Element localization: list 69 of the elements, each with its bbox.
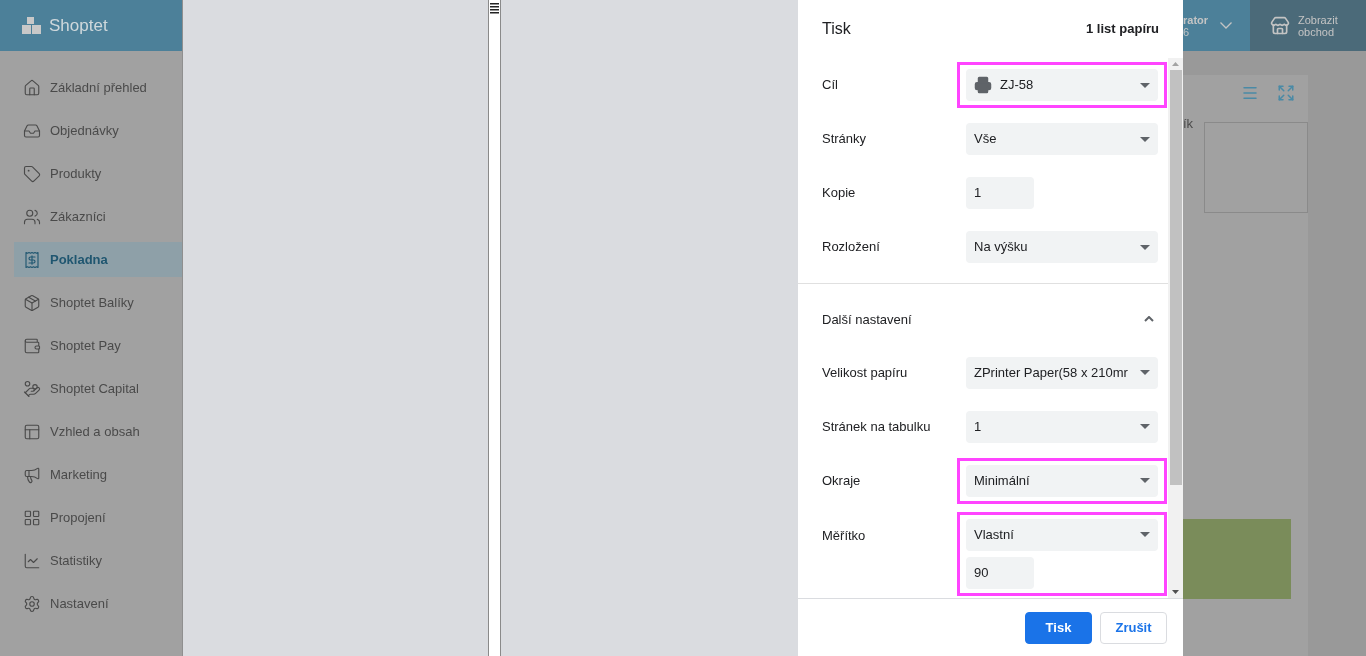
store-icon xyxy=(1270,15,1290,36)
receipt-lines-drawing xyxy=(489,3,499,14)
print-button[interactable]: Tisk xyxy=(1025,611,1092,644)
setting-label: Stránek na tabulku xyxy=(822,417,932,436)
expand-icon[interactable] xyxy=(1277,84,1295,102)
sidebar-item[interactable]: Statistiky xyxy=(14,543,182,578)
caret-icon xyxy=(1140,424,1150,430)
number-field[interactable]: 1 xyxy=(966,177,1034,209)
grid-icon xyxy=(23,508,41,527)
sidebar-item[interactable]: Zákazníci xyxy=(14,199,182,234)
settings-icon xyxy=(23,594,41,613)
setting-label: Stránky xyxy=(822,130,868,149)
sidebar-item[interactable]: Pokladna xyxy=(14,242,182,277)
select-field[interactable]: Vlastní xyxy=(966,518,1158,551)
sidebar-item[interactable]: Vzhled a obsah xyxy=(14,414,182,449)
select-field[interactable]: ZPrinter Paper(58 x 210mr xyxy=(966,356,1158,389)
cancel-button[interactable]: Zrušit xyxy=(1100,611,1167,644)
setting-label: Kopie xyxy=(822,184,857,203)
sidebar-item[interactable]: Marketing xyxy=(14,457,182,492)
user-menu[interactable]: rator 6 xyxy=(1183,0,1250,51)
caret-icon xyxy=(1140,370,1150,376)
chart-icon xyxy=(23,551,41,570)
inbox-icon xyxy=(23,121,41,140)
setting-label: Okraje xyxy=(822,471,862,490)
sidebar-item[interactable]: Shoptet Capital xyxy=(14,371,182,406)
scroll-down-icon[interactable] xyxy=(1172,590,1179,594)
card-label: ík xyxy=(1183,115,1195,133)
sidebar-item[interactable]: Produkty xyxy=(14,156,182,191)
menu-icon[interactable] xyxy=(1241,84,1259,102)
users-icon xyxy=(23,207,41,226)
scrollbar[interactable] xyxy=(1168,58,1183,598)
home-icon xyxy=(23,78,41,97)
sidebar-item[interactable]: Objednávky xyxy=(14,113,182,148)
caret-icon xyxy=(1140,478,1150,484)
select-field[interactable]: Minimální xyxy=(966,464,1158,497)
select-field[interactable]: ZJ-58 xyxy=(966,69,1158,101)
caret-icon xyxy=(1140,82,1150,88)
chevron-up-icon xyxy=(1144,316,1154,323)
sidebar-item[interactable]: Shoptet Pay xyxy=(14,328,182,363)
select-field[interactable]: Vše xyxy=(966,123,1158,155)
setting-label: Měřítko xyxy=(822,526,867,545)
number-field[interactable]: 90 xyxy=(966,556,1034,589)
logo-text: Shoptet xyxy=(49,14,108,37)
sidebar-item[interactable]: Propojení xyxy=(14,500,182,535)
select-field[interactable]: 1 xyxy=(966,410,1158,443)
scroll-up-icon[interactable] xyxy=(1172,62,1179,66)
logo-icon xyxy=(22,17,41,34)
tag-icon xyxy=(23,164,41,183)
caret-icon xyxy=(1140,532,1150,538)
setting-label: Cíl xyxy=(822,76,839,95)
setting-label: Velikost papíru xyxy=(822,363,909,382)
select-field[interactable]: Na výšku xyxy=(966,231,1158,263)
receipt-icon xyxy=(23,250,41,269)
print-title: Tisk xyxy=(822,19,851,39)
hand-coins-icon xyxy=(23,379,41,398)
package-icon xyxy=(23,293,41,312)
sidebar-item[interactable]: Základní přehled xyxy=(14,70,182,105)
layout-icon xyxy=(23,422,41,441)
caret-icon xyxy=(1140,244,1150,250)
setting-label: Rozložení xyxy=(822,238,881,257)
caret-icon xyxy=(1140,136,1150,142)
sidebar-item[interactable]: Nastavení xyxy=(14,586,182,621)
view-shop-button[interactable]: Zobrazit obchod xyxy=(1250,0,1366,51)
wallet-icon xyxy=(23,336,41,355)
chevron-down-icon xyxy=(1220,22,1233,29)
sheet-count: 1 list papíru xyxy=(1086,20,1159,39)
more-settings-toggle[interactable]: Další nastavení xyxy=(822,293,1160,346)
megaphone-icon xyxy=(23,465,41,484)
sidebar-item[interactable]: Shoptet Balíky xyxy=(14,285,182,320)
